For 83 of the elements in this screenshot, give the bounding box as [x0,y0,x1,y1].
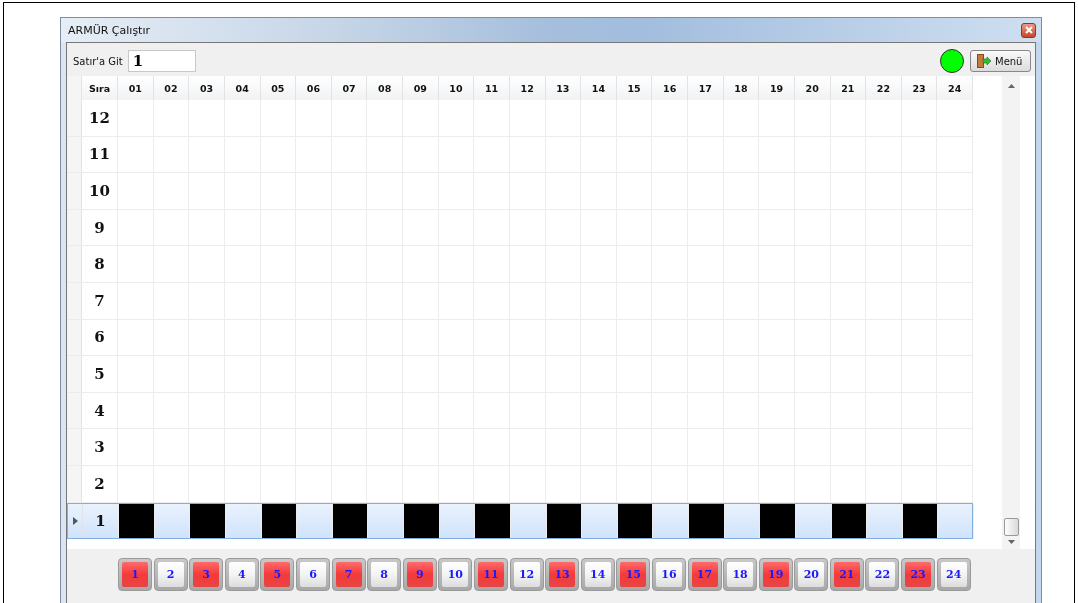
grid-row[interactable]: 12 [67,100,973,137]
row-number: 6 [82,319,118,356]
grid-cell[interactable] [760,503,796,539]
row-number: 12 [82,100,118,136]
column-header: 11 [474,76,510,100]
row-number: 8 [82,246,118,282]
column-header: 24 [937,76,973,100]
toggle-button[interactable]: 24 [936,558,971,591]
grid-cell[interactable] [689,503,725,539]
column-header: 07 [331,76,368,100]
row-number: 2 [82,465,118,502]
column-header: Sıra [82,76,118,100]
exit-door-icon [976,54,992,68]
row-pointer-icon [72,516,78,525]
scroll-thumb[interactable] [1003,518,1019,536]
row-number: 3 [82,429,118,465]
column-header: 02 [153,76,190,100]
row-number: 5 [82,356,118,392]
grid-cell[interactable] [546,503,583,539]
toggle-button[interactable]: 6 [295,558,330,591]
window-title: ARMÜR Çalıştır [68,23,150,37]
column-header: 01 [118,76,154,100]
column-header: 22 [866,76,902,100]
menu-button[interactable]: Menü [970,50,1031,72]
close-icon [1024,26,1033,34]
close-button[interactable] [1021,22,1036,38]
column-header: 15 [616,76,653,100]
toggle-button[interactable]: 12 [509,558,544,591]
toggle-button[interactable]: 2 [153,558,188,591]
row-number: 9 [82,209,118,246]
column-header: 12 [509,76,546,100]
column-header: 13 [545,76,582,100]
grid-cell[interactable] [261,503,298,539]
grid-row[interactable]: 3 [67,429,973,466]
column-header: 08 [367,76,403,100]
column-header: 05 [260,76,297,100]
toggle-button[interactable]: 14 [580,558,615,591]
column-header: 10 [438,76,475,100]
grid-row[interactable]: 2 [67,465,973,503]
scroll-up-icon[interactable] [1007,84,1015,88]
grid-cell[interactable] [119,503,155,539]
grid-row[interactable]: 1 [67,502,973,540]
grid-row[interactable]: 9 [67,209,973,247]
grid-cell[interactable] [332,503,369,539]
column-header: 14 [581,76,617,100]
row-number: 7 [82,282,118,319]
column-header: 16 [652,76,688,100]
column-header: 17 [688,76,724,100]
grid-row[interactable]: 7 [67,282,973,320]
grid-cell[interactable] [190,503,226,539]
grid-cell[interactable] [404,503,440,539]
column-header: 23 [901,76,938,100]
row-number: 4 [82,392,118,429]
grid-cell[interactable] [475,503,511,539]
toggle-button[interactable]: 4 [224,558,259,591]
grid-row[interactable]: 5 [67,356,973,393]
toggle-button[interactable]: 16 [651,558,686,591]
toggle-button[interactable]: 18 [723,558,758,591]
column-header: 03 [189,76,225,100]
go-to-row-label: Satır'a Git [73,55,123,67]
row-number: 11 [82,136,118,173]
toggle-button[interactable]: 22 [865,558,900,591]
grid-cell[interactable] [902,503,939,539]
grid-cell[interactable] [831,503,868,539]
column-header: 04 [224,76,261,100]
column-header: 09 [403,76,439,100]
column-header: 21 [830,76,867,100]
grid-row[interactable]: 10 [67,173,973,210]
grid-row[interactable]: 6 [67,319,973,357]
scroll-down-icon[interactable] [1007,540,1015,544]
toggle-button[interactable]: 20 [794,558,829,591]
column-header: 18 [723,76,760,100]
grid-cell[interactable] [617,503,654,539]
go-to-row-field[interactable]: 1 [127,50,196,72]
column-header: 20 [794,76,831,100]
grid-row[interactable]: 8 [67,246,973,283]
column-header: 06 [296,76,332,100]
grid-row[interactable]: 11 [67,136,973,174]
column-header: 19 [759,76,795,100]
grid-row[interactable]: 4 [67,392,973,430]
row-number: 10 [82,173,118,209]
toggle-button[interactable]: 8 [367,558,402,591]
toggle-button[interactable]: 10 [438,558,473,591]
